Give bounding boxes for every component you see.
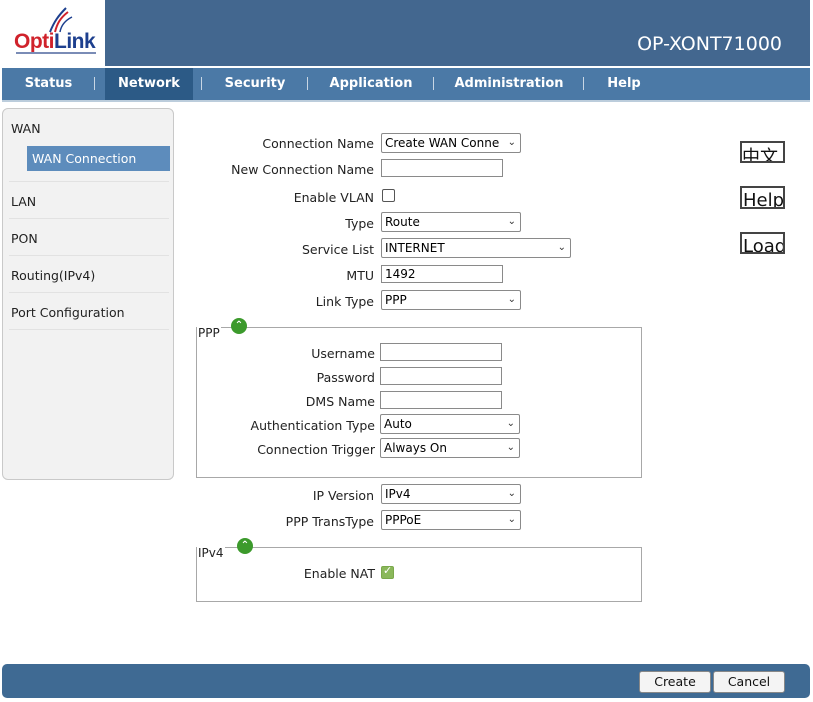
enable-nat-label: Enable NAT <box>303 566 375 581</box>
nav-application[interactable]: Application <box>320 68 422 100</box>
nav-divider <box>201 77 202 90</box>
nav-status[interactable]: Status <box>12 68 85 100</box>
nav-divider <box>433 77 434 90</box>
username-input[interactable] <box>380 343 502 361</box>
ppp-transtype-label: PPP TransType <box>285 514 374 529</box>
link-type-label: Link Type <box>315 294 374 309</box>
authentication-type-select[interactable]: Auto ⌄ <box>380 414 520 434</box>
sidebar-divider <box>9 329 169 330</box>
sidebar-item-lan[interactable]: LAN <box>11 194 36 209</box>
ppp-group-title: PPP <box>197 326 221 340</box>
mtu-label: MTU <box>346 268 374 283</box>
type-label: Type <box>345 216 374 231</box>
service-list-label: Service List <box>301 242 374 257</box>
chevron-down-icon: ⌄ <box>507 137 516 148</box>
ip-version-select[interactable]: IPv4 ⌄ <box>381 484 521 504</box>
username-label: Username <box>311 346 375 361</box>
collapse-up-icon[interactable]: ⌃ <box>231 318 247 334</box>
load-button[interactable]: Load <box>740 232 785 254</box>
sidebar-divider <box>9 218 169 219</box>
connection-name-select[interactable]: Create WAN Conne ⌄ <box>381 133 521 153</box>
sidebar-divider <box>9 181 169 182</box>
create-button[interactable]: Create <box>639 671 711 693</box>
nav-help[interactable]: Help <box>596 68 652 100</box>
help-button[interactable]: Help <box>740 186 785 209</box>
nav-divider <box>307 77 308 90</box>
language-button[interactable]: 中文 <box>740 141 785 163</box>
sidebar: WAN WAN Connection LAN PON Routing(IPv4)… <box>2 108 174 480</box>
nav-security[interactable]: Security <box>214 68 296 100</box>
logo: OptiLink <box>0 0 105 66</box>
sidebar-item-routing[interactable]: Routing(IPv4) <box>11 268 95 283</box>
chevron-down-icon: ⌄ <box>507 488 516 499</box>
sidebar-item-pon[interactable]: PON <box>11 231 38 246</box>
nav-divider <box>94 77 95 90</box>
chevron-down-icon: ⌄ <box>506 442 515 453</box>
service-list-select[interactable]: INTERNET ⌄ <box>381 238 571 258</box>
sidebar-item-label: WAN Connection <box>32 151 137 166</box>
main-nav: Status Network Security Application Admi… <box>2 68 810 102</box>
ip-version-label: IP Version <box>312 488 374 503</box>
chevron-down-icon: ⌄ <box>506 418 515 429</box>
chevron-down-icon: ⌄ <box>557 242 566 253</box>
new-connection-name-input[interactable] <box>381 159 503 177</box>
sidebar-divider <box>9 255 169 256</box>
nav-network[interactable]: Network <box>105 68 193 100</box>
connection-trigger-select[interactable]: Always On ⌄ <box>380 438 520 458</box>
chevron-down-icon: ⌄ <box>507 216 516 227</box>
connection-name-label: Connection Name <box>262 136 374 151</box>
link-type-select[interactable]: PPP ⌄ <box>381 290 521 310</box>
mtu-input[interactable] <box>381 265 503 283</box>
collapse-up-icon[interactable]: ⌃ <box>237 538 253 554</box>
new-connection-name-label: New Connection Name <box>231 162 374 177</box>
chevron-down-icon: ⌄ <box>507 514 516 525</box>
password-input[interactable] <box>380 367 502 385</box>
connection-trigger-label: Connection Trigger <box>257 442 375 457</box>
sidebar-item-port-configuration[interactable]: Port Configuration <box>11 305 125 320</box>
model-name: OP-XONT71000 <box>637 33 782 55</box>
dms-name-input[interactable] <box>380 391 502 409</box>
sidebar-item-wan[interactable]: WAN <box>11 121 41 136</box>
nav-administration[interactable]: Administration <box>446 68 572 100</box>
password-label: Password <box>316 370 375 385</box>
logo-tagline <box>16 52 96 54</box>
authentication-type-label: Authentication Type <box>250 418 375 433</box>
dms-name-label: DMS Name <box>305 394 375 409</box>
enable-nat-checkbox[interactable] <box>381 564 394 579</box>
ppp-transtype-select[interactable]: PPPoE ⌄ <box>381 510 521 530</box>
enable-vlan-label: Enable VLAN <box>293 190 374 205</box>
type-select[interactable]: Route ⌄ <box>381 212 521 232</box>
enable-vlan-checkbox[interactable] <box>382 189 395 202</box>
header-band: OP-XONT71000 <box>105 0 810 66</box>
nav-divider <box>583 77 584 90</box>
sidebar-item-wan-connection[interactable]: WAN Connection <box>27 146 170 171</box>
sidebar-divider <box>9 292 169 293</box>
cancel-button[interactable]: Cancel <box>713 671 785 693</box>
chevron-down-icon: ⌄ <box>507 294 516 305</box>
ipv4-group-title: IPv4 <box>197 546 225 560</box>
logo-text: OptiLink <box>14 30 96 53</box>
